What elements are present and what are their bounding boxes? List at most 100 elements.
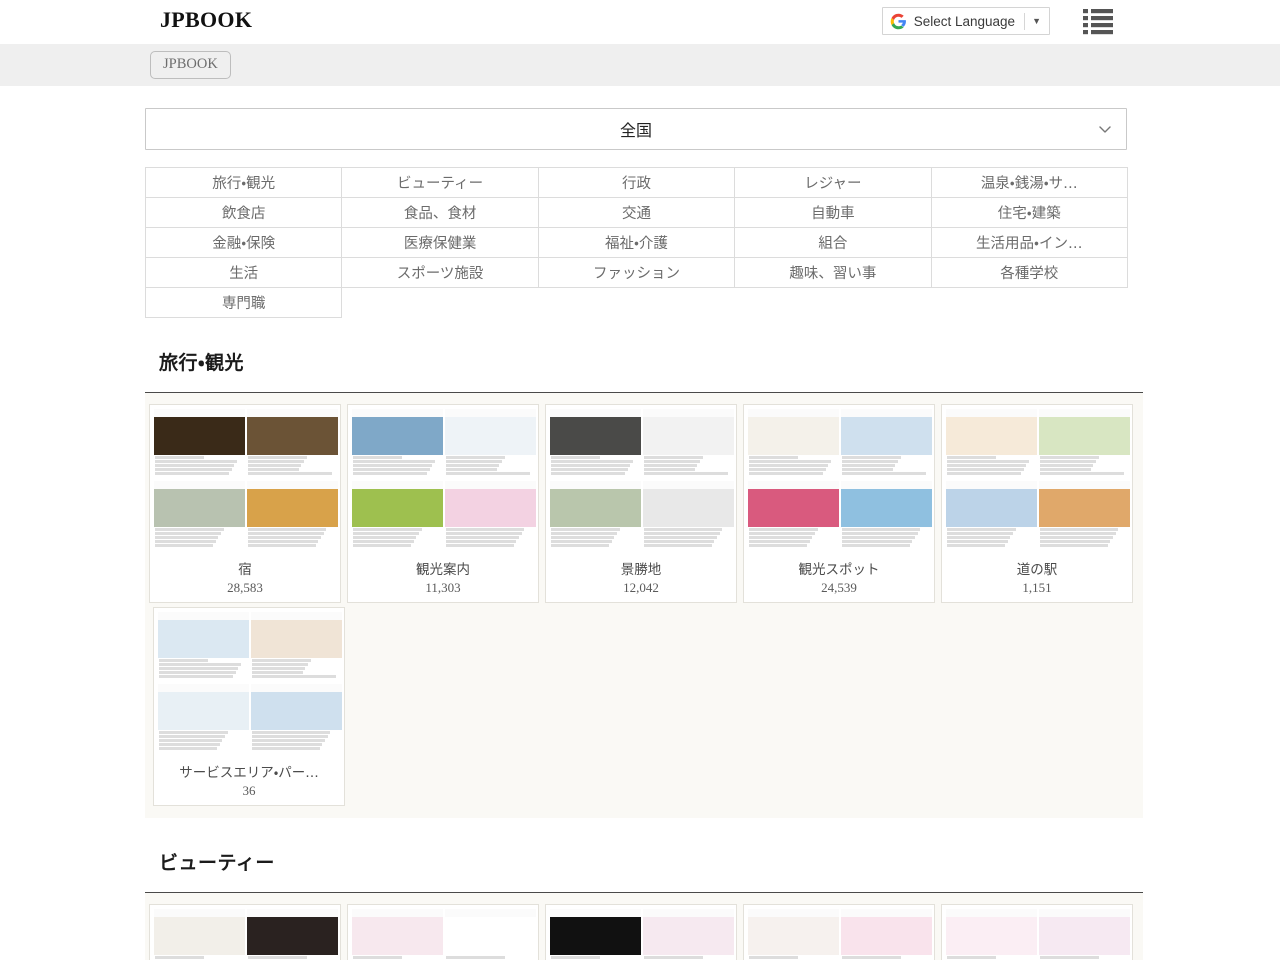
thumbnail-tile bbox=[550, 409, 641, 479]
thumbnail-tile bbox=[550, 909, 641, 960]
card-item[interactable] bbox=[545, 904, 737, 960]
card-item[interactable]: サービスエリア・パー… 36 bbox=[153, 607, 345, 806]
card-thumbnail bbox=[946, 909, 1130, 960]
card-item[interactable] bbox=[743, 904, 935, 960]
card-label: サービスエリア・パー… bbox=[158, 761, 340, 781]
card-item[interactable]: 観光スポット24,539 bbox=[743, 404, 935, 603]
card-item[interactable]: 観光案内11,303 bbox=[347, 404, 539, 603]
region-select-value: 全国 bbox=[620, 117, 652, 141]
thumbnail-tile bbox=[154, 409, 245, 479]
card-thumbnail bbox=[352, 909, 536, 960]
card-thumbnail bbox=[352, 409, 536, 551]
thumbnail-tile bbox=[352, 909, 443, 960]
category-table-row: 専門職 bbox=[146, 288, 1128, 318]
thumbnail-tile bbox=[247, 481, 338, 551]
thumbnail-tile bbox=[643, 481, 734, 551]
category-cell[interactable]: 住宅・建築 bbox=[931, 198, 1127, 228]
thumbnail-tile bbox=[154, 909, 245, 960]
card-thumbnail bbox=[946, 409, 1130, 551]
card-thumbnail bbox=[154, 409, 338, 551]
category-cell[interactable]: 趣味、習い事 bbox=[735, 258, 931, 288]
header-actions: Select Language ▼ bbox=[882, 6, 1116, 36]
category-cell[interactable]: 金融・保険 bbox=[146, 228, 342, 258]
category-cell[interactable]: ビューティー bbox=[342, 168, 538, 198]
category-cell[interactable]: 専門職 bbox=[146, 288, 342, 318]
thumbnail-tile bbox=[946, 481, 1037, 551]
category-cell[interactable]: 医療保健業 bbox=[342, 228, 538, 258]
card-label: 宿 bbox=[154, 558, 336, 578]
thumbnail-tile bbox=[1039, 909, 1130, 960]
category-cell[interactable]: 温泉・銭湯・サ… bbox=[931, 168, 1127, 198]
card-count: 11,303 bbox=[352, 580, 534, 596]
card-item[interactable]: 宿28,583 bbox=[149, 404, 341, 603]
card-grid bbox=[145, 893, 1143, 960]
thumbnail-tile bbox=[946, 409, 1037, 479]
category-cell[interactable]: 組合 bbox=[735, 228, 931, 258]
main-content: 全国 旅行・観光ビューティー行政レジャー温泉・銭湯・サ…飲食店食品、食材交通自動… bbox=[145, 108, 1135, 960]
category-cell[interactable]: 生活 bbox=[146, 258, 342, 288]
thumbnail-tile bbox=[550, 481, 641, 551]
category-cell[interactable]: 各種学校 bbox=[931, 258, 1127, 288]
thumbnail-tile bbox=[643, 909, 734, 960]
category-cell[interactable]: 交通 bbox=[538, 198, 734, 228]
category-cell[interactable]: 旅行・観光 bbox=[146, 168, 342, 198]
category-table-row: 金融・保険医療保健業福祉・介護組合生活用品・イン… bbox=[146, 228, 1128, 258]
card-count: 24,539 bbox=[748, 580, 930, 596]
thumbnail-tile bbox=[748, 909, 839, 960]
card-item[interactable] bbox=[347, 904, 539, 960]
thumbnail-tile bbox=[158, 684, 249, 754]
card-thumbnail bbox=[158, 612, 342, 754]
list-view-icon[interactable] bbox=[1080, 6, 1116, 36]
region-select[interactable]: 全国 bbox=[145, 108, 1127, 150]
card-label: 道の駅 bbox=[946, 558, 1128, 578]
google-translate-widget[interactable]: Select Language ▼ bbox=[882, 7, 1050, 35]
breadcrumb: JPBOOK bbox=[0, 44, 1280, 86]
thumbnail-tile bbox=[158, 612, 249, 682]
card-count: 1,151 bbox=[946, 580, 1128, 596]
thumbnail-tile bbox=[154, 481, 245, 551]
category-cell[interactable]: 行政 bbox=[538, 168, 734, 198]
thumbnail-tile bbox=[247, 409, 338, 479]
category-section: ビューティー bbox=[145, 848, 1135, 960]
thumbnail-tile bbox=[841, 481, 932, 551]
category-cell[interactable]: 福祉・介護 bbox=[538, 228, 734, 258]
section-title: ビューティー bbox=[145, 848, 1135, 875]
card-thumbnail bbox=[748, 909, 932, 960]
card-count: 36 bbox=[158, 783, 340, 799]
breadcrumb-item-jpbook[interactable]: JPBOOK bbox=[150, 51, 231, 79]
category-cell[interactable]: スポーツ施設 bbox=[342, 258, 538, 288]
site-brand[interactable]: JPBOOK bbox=[160, 7, 252, 33]
translate-separator bbox=[1024, 13, 1025, 30]
thumbnail-tile bbox=[841, 409, 932, 479]
card-item[interactable]: 景勝地 12,042 bbox=[545, 404, 737, 603]
chevron-down-icon[interactable]: ▼ bbox=[1032, 17, 1041, 26]
category-cell-empty bbox=[342, 288, 538, 318]
category-cell-empty bbox=[735, 288, 931, 318]
category-cell[interactable]: 飲食店 bbox=[146, 198, 342, 228]
category-cell[interactable]: ファッション bbox=[538, 258, 734, 288]
card-label: 景勝地 bbox=[550, 558, 732, 578]
card-item[interactable] bbox=[941, 904, 1133, 960]
category-cell[interactable]: 食品、食材 bbox=[342, 198, 538, 228]
chevron-down-icon bbox=[1098, 122, 1112, 136]
card-item[interactable] bbox=[149, 904, 341, 960]
thumbnail-tile bbox=[445, 909, 536, 960]
card-count: 12,042 bbox=[550, 580, 732, 596]
card-thumbnail bbox=[154, 909, 338, 960]
thumbnail-tile bbox=[352, 481, 443, 551]
category-cell[interactable]: 生活用品・イン… bbox=[931, 228, 1127, 258]
card-item[interactable]: 道の駅 1,151 bbox=[941, 404, 1133, 603]
card-thumbnail bbox=[748, 409, 932, 551]
thumbnail-tile bbox=[247, 909, 338, 960]
section-title: 旅行・観光 bbox=[145, 348, 1135, 375]
category-section: 旅行・観光宿28,583観光案内11,303 景勝地 12,042 観光スポット24,… bbox=[145, 348, 1135, 818]
category-cell[interactable]: レジャー bbox=[735, 168, 931, 198]
thumbnail-tile bbox=[445, 481, 536, 551]
card-thumbnail bbox=[550, 909, 734, 960]
category-cell[interactable]: 自動車 bbox=[735, 198, 931, 228]
thumbnail-tile bbox=[748, 481, 839, 551]
thumbnail-tile bbox=[841, 909, 932, 960]
page-root: JPBOOK Select Language ▼ bbox=[0, 0, 1280, 960]
category-table: 旅行・観光ビューティー行政レジャー温泉・銭湯・サ… 飲食店食品、食材交通自動車住宅… bbox=[145, 167, 1128, 318]
thumbnail-tile bbox=[643, 409, 734, 479]
